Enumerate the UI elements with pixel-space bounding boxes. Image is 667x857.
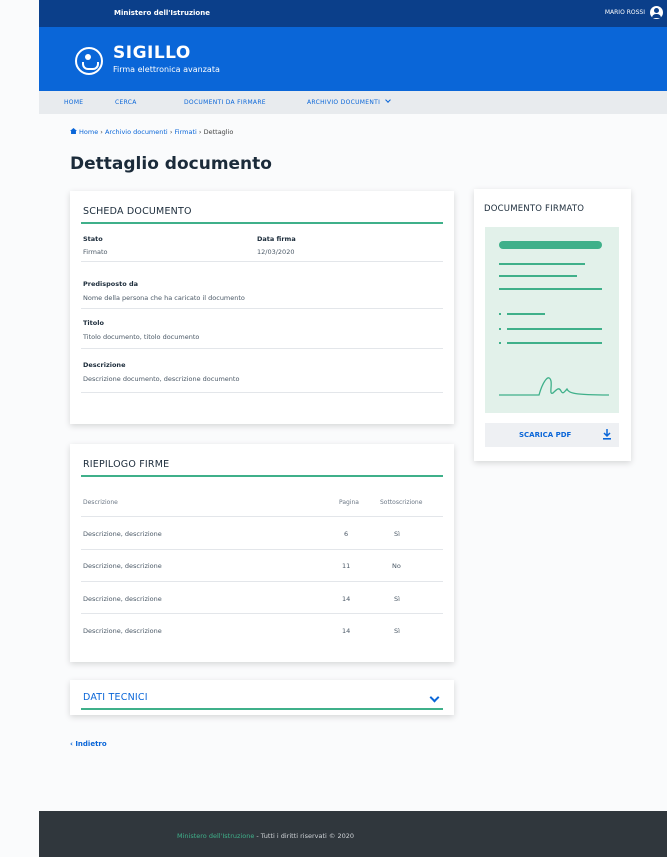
user-circle-icon[interactable] [650,6,663,19]
titolo-value: Titolo documento, titolo documento [83,333,200,341]
row-sottoscrizione: Sì [394,530,400,538]
card-title[interactable]: DATI TECNICI [83,692,148,703]
documento-firmato-card: DOCUMENTO FIRMATO SCARICA PDF [474,189,631,461]
divider [81,222,443,224]
app-name[interactable]: SIGILLO [113,43,191,63]
row-pagina: 14 [342,627,351,635]
dati-tecnici-accordion[interactable]: DATI TECNICI [70,680,454,715]
document-line [499,241,602,249]
breadcrumb-archivio[interactable]: Archivio documenti [105,128,168,136]
row-descrizione: Descrizione, descrizione [83,595,162,603]
stato-value: Firmato [83,248,108,256]
nav-item-cerca[interactable]: CERCA [115,99,137,106]
chevron-down-icon [385,97,392,103]
nav-item-documenti-da-firmare[interactable]: DOCUMENTI DA FIRMARE [184,99,266,106]
row-pagina: 6 [344,530,349,538]
footer: Ministero dell'Istruzione - Tutti i diri… [39,811,667,857]
seal-logo-icon[interactable] [75,47,103,75]
breadcrumb-current: Dettaglio [203,128,234,136]
signature-icon [499,377,609,396]
divider [81,581,443,582]
document-line [507,328,602,330]
row-sottoscrizione: Sì [394,595,400,603]
document-line [507,342,602,344]
card-title: DOCUMENTO FIRMATO [484,204,585,214]
breadcrumb-separator: › [169,128,173,136]
row-descrizione: Descrizione, descrizione [83,562,162,570]
predisposto-value: Nome della persona che ha caricato il do… [83,294,245,302]
data-firma-value: 12/03/2020 [257,248,295,256]
divider [81,708,443,710]
descrizione-label: Descrizione [83,361,126,369]
footer-ministry-link[interactable]: Ministero dell'Istruzione [177,832,254,840]
descrizione-value: Descrizione documento, descrizione docum… [83,375,240,383]
document-line [499,288,602,290]
divider [81,516,443,517]
predisposto-label: Predisposto da [83,280,138,288]
divider [81,308,443,309]
main-nav: HOME CERCA DOCUMENTI DA FIRMARE ARCHIVIO… [39,91,667,114]
row-descrizione: Descrizione, descrizione [83,627,162,635]
user-name[interactable]: MARIO ROSSI [605,9,645,16]
divider [255,261,443,262]
column-header-descrizione: Descrizione [83,499,118,506]
divider [81,613,443,614]
divider [81,261,255,262]
app-subtitle: Firma elettronica avanzata [113,65,220,74]
row-pagina: 14 [342,595,351,603]
download-icon [603,429,611,440]
top-bar: Ministero dell'Istruzione MARIO ROSSI [39,0,667,27]
breadcrumb: Home › Archivio documenti › Firmati › De… [70,128,233,136]
ministry-name[interactable]: Ministero dell'Istruzione [114,9,210,17]
card-title: SCHEDA DOCUMENTO [83,206,192,217]
bullet-dot [499,342,501,344]
app-header: SIGILLO Firma elettronica avanzata [39,27,667,91]
document-line [499,263,585,265]
back-link[interactable]: ‹ Indietro [70,740,107,748]
breadcrumb-separator: › [198,128,202,136]
divider [81,348,443,349]
column-header-pagina: Pagina [339,499,359,506]
breadcrumb-home[interactable]: Home [79,128,98,136]
home-icon [70,128,77,134]
chevron-down-icon[interactable] [429,692,440,703]
riepilogo-firme-card: RIEPILOGO FIRME Descrizione Pagina Sotto… [70,444,454,662]
download-label: SCARICA PDF [519,431,572,439]
breadcrumb-separator: › [100,128,103,136]
divider [81,549,443,550]
row-sottoscrizione: No [392,562,401,570]
document-line [499,275,577,277]
divider [81,475,443,477]
bullet-dot [499,328,501,330]
row-pagina: 11 [342,562,351,570]
breadcrumb-firmati[interactable]: Firmati [175,128,197,136]
card-title: RIEPILOGO FIRME [83,459,170,470]
footer-text: Ministero dell'Istruzione - Tutti i diri… [177,832,354,840]
document-line [507,313,545,315]
column-header-sottoscrizione: Sottoscrizione [380,499,423,506]
scheda-documento-card: SCHEDA DOCUMENTO Stato Firmato Data firm… [70,191,454,424]
footer-rights: - Tutti i diritti riservati © 2020 [254,832,355,840]
bullet-dot [499,313,501,315]
divider [81,392,443,393]
row-sottoscrizione: Sì [394,627,400,635]
document-preview [485,227,619,413]
page-title: Dettaglio documento [70,154,272,174]
download-pdf-button[interactable]: SCARICA PDF [485,423,619,447]
nav-item-archivio-documenti[interactable]: ARCHIVIO DOCUMENTI [307,97,392,106]
stato-label: Stato [83,235,103,243]
data-firma-label: Data firma [257,235,296,243]
nav-item-home[interactable]: HOME [64,99,83,106]
titolo-label: Titolo [83,319,104,327]
row-descrizione: Descrizione, descrizione [83,530,162,538]
nav-item-label: ARCHIVIO DOCUMENTI [307,99,381,106]
